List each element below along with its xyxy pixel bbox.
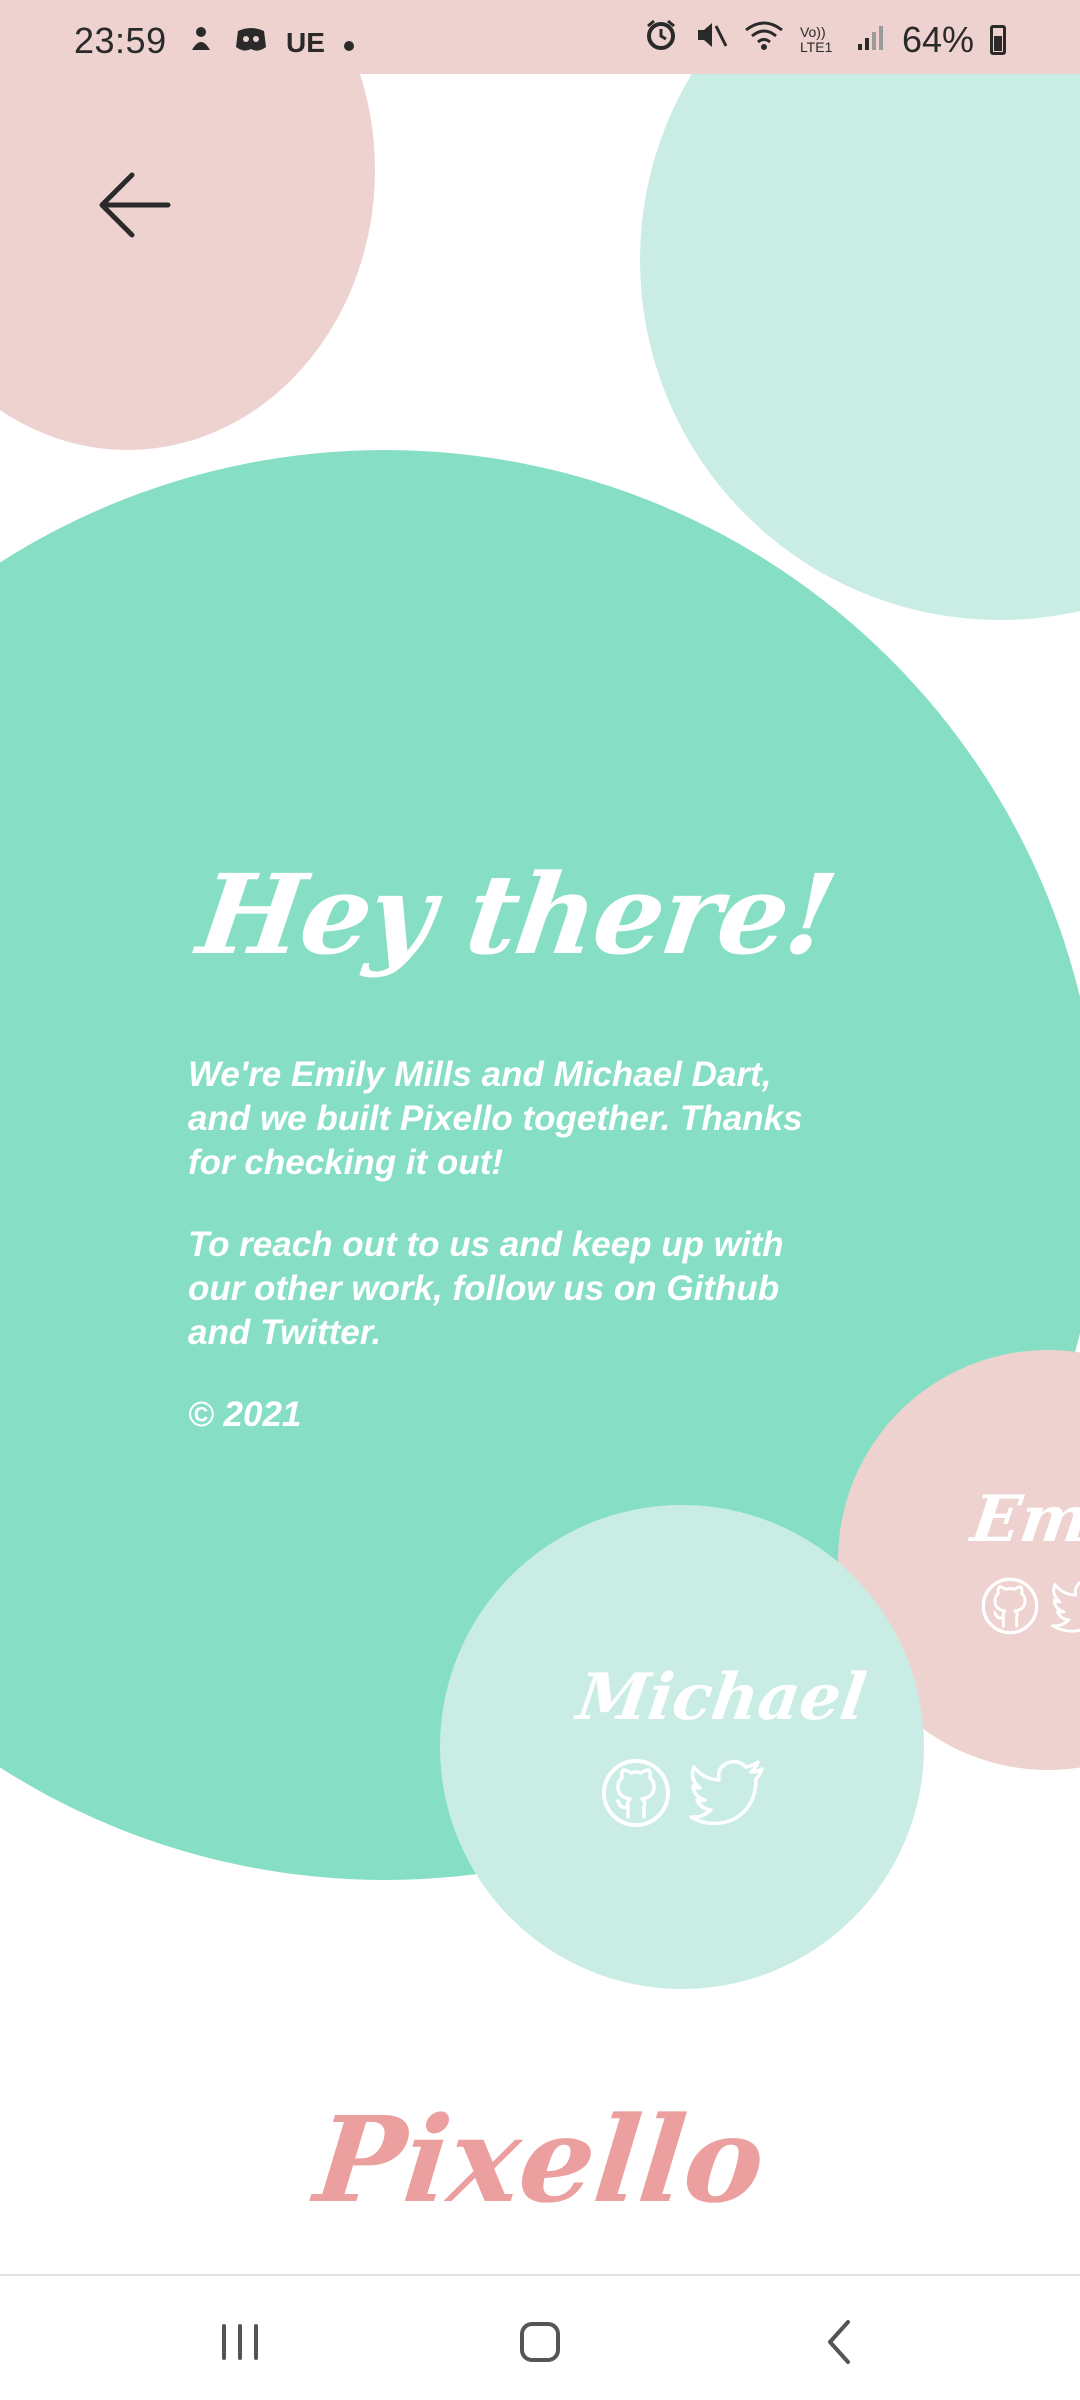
emily-name: Emil bbox=[966, 1482, 1080, 1557]
emily-twitter-link[interactable] bbox=[1050, 1576, 1080, 1640]
michael-circle[interactable] bbox=[440, 1505, 924, 1989]
contact-paragraph: To reach out to us and keep up with our … bbox=[188, 1225, 784, 1352]
michael-github-link[interactable] bbox=[600, 1757, 672, 1833]
status-bar: 23:59 UE Vo)) LTE1 64% bbox=[0, 0, 1080, 74]
recent-apps-icon bbox=[222, 2324, 258, 2360]
michael-name: Michael bbox=[572, 1660, 871, 1735]
copyright-text: © 2021 bbox=[188, 1395, 302, 1434]
wifi-icon bbox=[744, 18, 784, 61]
status-system-icons: Vo)) LTE1 64% bbox=[644, 18, 1006, 61]
heading: Hey there! bbox=[190, 850, 843, 979]
emily-github-link[interactable] bbox=[980, 1576, 1040, 1640]
signal-icon bbox=[856, 19, 886, 61]
twitter-icon bbox=[689, 1759, 764, 1826]
mute-icon bbox=[694, 18, 728, 61]
home-button[interactable] bbox=[500, 2306, 580, 2376]
twitter-icon bbox=[1051, 1580, 1080, 1633]
app-logo: Pixello bbox=[309, 2090, 771, 2229]
alarm-icon bbox=[644, 18, 678, 61]
volte-label: Vo)) LTE1 bbox=[799, 23, 833, 55]
notification-app-icon bbox=[186, 24, 216, 61]
github-icon bbox=[602, 1759, 670, 1827]
intro-paragraph: We're Emily Mills and Michael Dart, and … bbox=[188, 1055, 803, 1182]
discord-icon bbox=[234, 25, 268, 60]
system-navigation-bar bbox=[0, 2274, 1080, 2400]
more-notifications-dot bbox=[343, 27, 355, 59]
carrier-text: UE bbox=[286, 26, 325, 58]
arrow-left-icon bbox=[99, 172, 171, 238]
chevron-left-icon bbox=[828, 2320, 850, 2364]
home-icon bbox=[520, 2322, 560, 2362]
about-screen: 23:59 UE Vo)) LTE1 64% Hey there! We're … bbox=[0, 0, 1080, 2400]
back-button[interactable] bbox=[90, 160, 180, 250]
system-back-button[interactable] bbox=[800, 2306, 880, 2376]
michael-twitter-link[interactable] bbox=[688, 1757, 768, 1833]
battery-percent: 64% bbox=[901, 18, 974, 60]
status-time: 23:59 bbox=[74, 20, 167, 61]
github-icon bbox=[981, 1577, 1039, 1635]
battery-icon bbox=[990, 24, 1006, 55]
status-notification-icons: UE bbox=[186, 24, 355, 61]
recent-apps-button[interactable] bbox=[200, 2306, 280, 2376]
